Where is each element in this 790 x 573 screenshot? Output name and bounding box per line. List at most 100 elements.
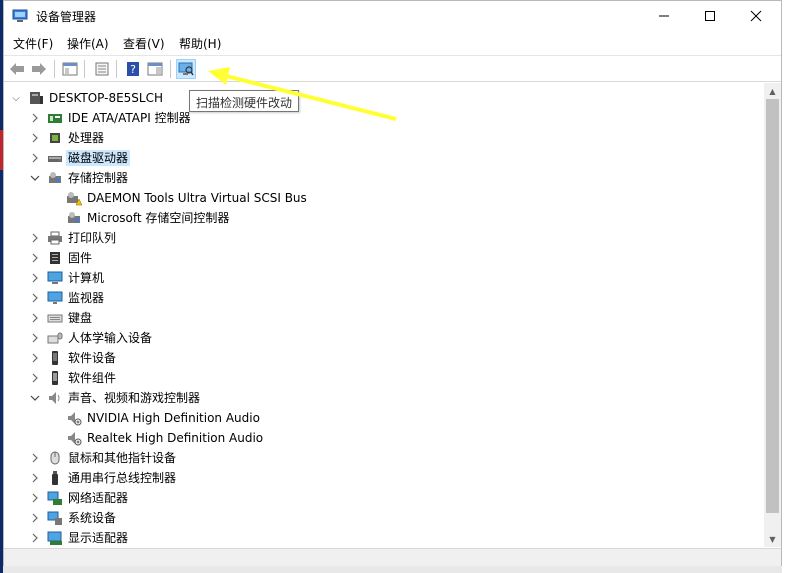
window-title: 设备管理器 xyxy=(36,10,97,24)
usb-icon xyxy=(52,471,58,485)
software-component-icon xyxy=(52,371,58,385)
software-device-icon xyxy=(52,351,58,365)
forward-button[interactable] xyxy=(29,59,49,79)
chevron-down-icon[interactable] xyxy=(30,392,40,404)
forward-arrow-icon xyxy=(32,63,46,75)
tree-category[interactable]: IDE ATA/ATAPI 控制器 xyxy=(4,108,764,128)
menu-view[interactable]: 查看(V) xyxy=(123,35,165,52)
tree-category[interactable]: 显示适配器 xyxy=(4,528,764,547)
disk-drive-icon xyxy=(48,156,62,162)
storage-warning-icon xyxy=(67,192,82,206)
title-bar: 设备管理器 xyxy=(4,1,781,31)
tree-node-label: 声音、视频和游戏控制器 xyxy=(68,391,201,405)
storage-controller-icon xyxy=(49,172,61,183)
tree-category[interactable]: 系统设备 xyxy=(4,508,764,528)
tree-node-label: 通用串行总线控制器 xyxy=(68,471,177,485)
tree-category[interactable]: 固件 xyxy=(4,248,764,268)
tree-node-label: 计算机 xyxy=(68,271,105,285)
menu-action[interactable]: 操作(A) xyxy=(67,35,109,52)
chevron-right-icon[interactable] xyxy=(30,152,40,164)
chevron-right-icon[interactable] xyxy=(30,312,40,324)
properties-button[interactable] xyxy=(92,59,112,79)
chevron-right-icon[interactable] xyxy=(30,532,40,544)
menu-file[interactable]: 文件(F) xyxy=(13,35,53,52)
tree-node-label: 软件设备 xyxy=(68,351,117,365)
scan-hardware-changes-icon xyxy=(178,62,194,76)
tree-category[interactable]: 网络适配器 xyxy=(4,488,764,508)
tree-category[interactable]: 存储控制器 xyxy=(4,168,764,188)
minimize-button[interactable] xyxy=(641,1,687,31)
action-pane-button[interactable] xyxy=(145,59,165,79)
tree-root[interactable]: ⌵ DESKTOP-8E5SLCH xyxy=(4,88,764,108)
scrollbar-thumb[interactable] xyxy=(766,99,779,513)
chevron-right-icon[interactable] xyxy=(30,512,40,524)
tree-category[interactable]: 监视器 xyxy=(4,288,764,308)
tree-device[interactable]: DAEMON Tools Ultra Virtual SCSI Bus xyxy=(4,188,764,208)
chevron-right-icon[interactable] xyxy=(30,112,40,124)
chevron-right-icon[interactable] xyxy=(30,132,40,144)
menu-help[interactable]: 帮助(H) xyxy=(179,35,221,52)
device-manager-window: 设备管理器 文件(F) 操作(A) 查看(V) 帮助(H) ? ⌵ DESKTO… xyxy=(3,0,782,566)
chevron-down-icon[interactable]: ⌵ xyxy=(11,92,21,104)
chevron-right-icon[interactable] xyxy=(30,372,40,384)
close-icon xyxy=(750,10,762,22)
chevron-right-icon[interactable] xyxy=(30,232,40,244)
tree-category[interactable]: 处理器 xyxy=(4,128,764,148)
tree-root-label: DESKTOP-8E5SLCH xyxy=(49,91,164,105)
chevron-right-icon[interactable] xyxy=(30,252,40,264)
ide-controller-icon xyxy=(48,114,62,123)
computer-root-icon xyxy=(30,92,43,104)
computer-icon xyxy=(47,271,63,284)
tree-category[interactable]: 键盘 xyxy=(4,308,764,328)
tree-category[interactable]: 计算机 xyxy=(4,268,764,288)
chevron-down-icon[interactable] xyxy=(30,172,40,184)
scroll-up-icon[interactable]: ▲ xyxy=(764,83,781,99)
device-tree-pane: ⌵ DESKTOP-8E5SLCH IDE ATA/ATAPI 控制器处理器磁盘… xyxy=(4,83,781,547)
help-icon: ? xyxy=(127,62,139,76)
tree-category[interactable]: 声音、视频和游戏控制器 xyxy=(4,388,764,408)
tree-node-label: 人体学输入设备 xyxy=(68,331,153,345)
close-button[interactable] xyxy=(733,1,779,31)
console-tree-button[interactable] xyxy=(60,59,80,79)
speaker-icon xyxy=(49,392,60,404)
tree-category[interactable]: 打印队列 xyxy=(4,228,764,248)
system-device-icon xyxy=(47,511,62,525)
hid-icon xyxy=(47,332,63,344)
tree-node-label: DAEMON Tools Ultra Virtual SCSI Bus xyxy=(87,191,307,205)
printer-icon xyxy=(48,231,62,245)
maximize-icon xyxy=(705,11,715,21)
firmware-icon xyxy=(50,252,60,264)
tree-node-label: IDE ATA/ATAPI 控制器 xyxy=(68,111,191,125)
chevron-right-icon[interactable] xyxy=(30,272,40,284)
chevron-right-icon[interactable] xyxy=(30,352,40,364)
tree-category[interactable]: 人体学输入设备 xyxy=(4,328,764,348)
chevron-right-icon[interactable] xyxy=(30,292,40,304)
tree-node-label: 存储控制器 xyxy=(68,171,129,185)
tree-device[interactable]: Microsoft 存储空间控制器 xyxy=(4,208,764,228)
chevron-right-icon[interactable] xyxy=(30,452,40,464)
display-adapter-icon xyxy=(47,531,62,545)
scan-tooltip: 扫描检测硬件改动 xyxy=(189,90,300,112)
tree-category[interactable]: 软件设备 xyxy=(4,348,764,368)
back-arrow-icon xyxy=(10,63,24,75)
scroll-down-icon[interactable]: ▼ xyxy=(764,531,781,547)
tree-category[interactable]: 鼠标和其他指针设备 xyxy=(4,448,764,468)
tree-device[interactable]: NVIDIA High Definition Audio xyxy=(4,408,764,428)
vertical-scrollbar[interactable]: ▲ ▼ xyxy=(764,83,781,547)
back-button[interactable] xyxy=(7,59,27,79)
help-button[interactable]: ? xyxy=(123,59,143,79)
tree-node-label: 软件组件 xyxy=(68,371,117,385)
maximize-button[interactable] xyxy=(687,1,733,31)
chevron-right-icon[interactable] xyxy=(30,332,40,344)
chevron-right-icon[interactable] xyxy=(30,492,40,504)
properties-icon xyxy=(95,62,109,76)
processor-icon xyxy=(50,133,60,143)
scan-hardware-changes-button[interactable] xyxy=(176,59,196,79)
tree-category[interactable]: 软件组件 xyxy=(4,368,764,388)
chevron-right-icon[interactable] xyxy=(30,472,40,484)
device-manager-app-icon xyxy=(12,9,28,22)
tree-node-label: 磁盘驱动器 xyxy=(66,150,131,166)
tree-device[interactable]: Realtek High Definition Audio xyxy=(4,428,764,448)
tree-category[interactable]: 通用串行总线控制器 xyxy=(4,468,764,488)
tree-category[interactable]: 磁盘驱动器 xyxy=(4,148,764,168)
